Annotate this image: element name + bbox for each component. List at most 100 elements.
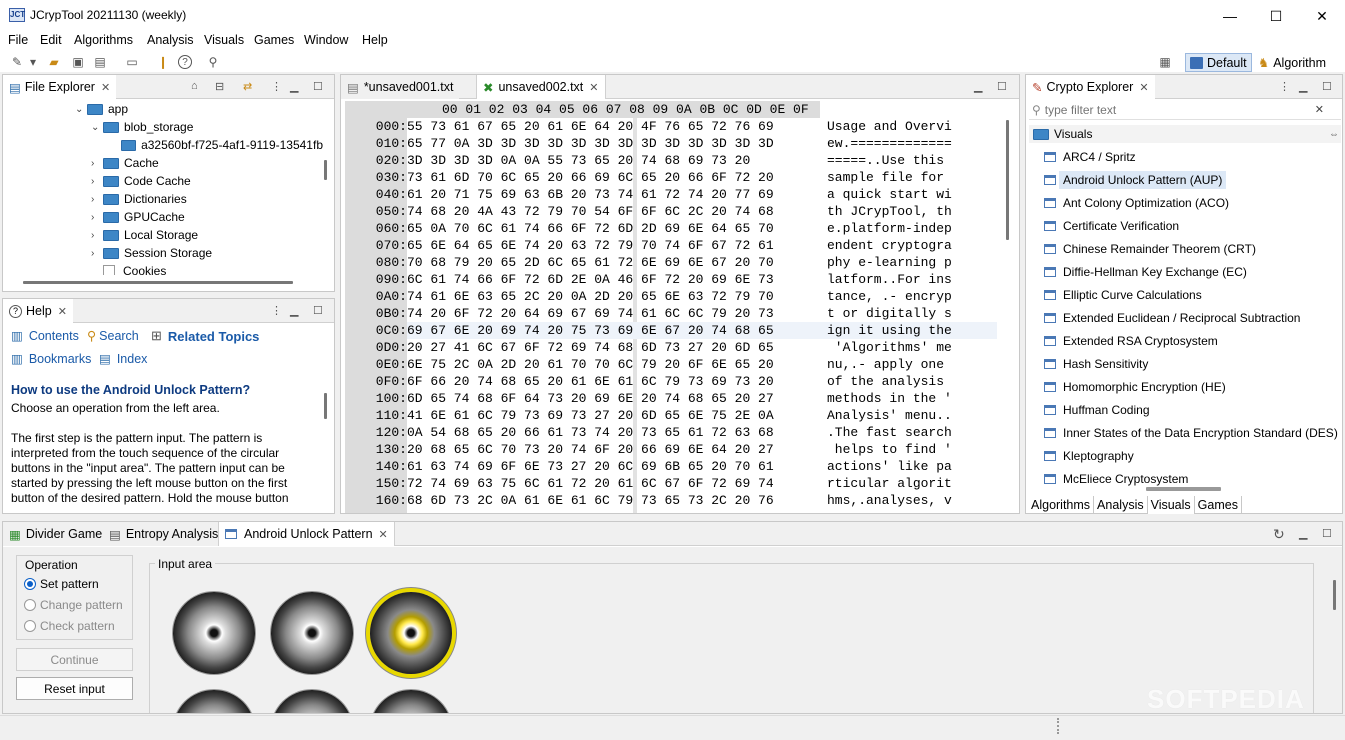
help-related-link[interactable]: Related Topics [168,329,260,344]
tree-item-gpucache[interactable]: › GPUCache [3,208,323,226]
tab-entropy-analysis[interactable]: ▤ Entropy Analysis [103,522,225,546]
tab-android-unlock-pattern[interactable]: Android Unlock Pattern ✕ [218,522,395,546]
visual-list-item[interactable]: Chinese Remainder Theorem (CRT) [1044,237,1340,260]
visual-list-item[interactable]: Extended Euclidean / Reciprocal Subtract… [1044,306,1340,329]
visual-list-item[interactable]: Ant Colony Optimization (ACO) [1044,191,1340,214]
visual-list-item[interactable]: Android Unlock Pattern (AUP) [1044,168,1340,191]
save-icon[interactable]: ▣ [70,54,86,70]
hex-bytes[interactable]: 0A 54 68 65 20 66 61 73 74 20 73 65 61 7… [407,424,774,441]
visuals-hscroll-thumb[interactable] [1146,487,1221,491]
maximize-view-icon[interactable]: ☐ [313,304,323,317]
close-tab-icon[interactable]: ✕ [58,305,67,318]
hex-ascii[interactable]: a quick start wi [827,186,952,203]
file-tree-vscroll-thumb[interactable] [324,160,327,180]
collapse-icon[interactable]: ⇔ [1329,129,1339,140]
tab-crypto-explorer[interactable]: ✎ Crypto Explorer ✕ [1026,75,1155,99]
tree-item-local-storage[interactable]: › Local Storage [3,226,323,244]
crypto-explorer-tab-games[interactable]: Games [1195,496,1242,514]
home-icon[interactable]: ⌂ [191,80,198,92]
hex-ascii[interactable]: ew.============= [827,135,952,152]
hex-bytes[interactable]: 20 68 65 6C 70 73 20 74 6F 20 66 69 6E 6… [407,441,774,458]
hex-ascii[interactable]: tance, .- encryp [827,288,952,305]
hex-ascii[interactable]: 'Algorithms' me [827,339,952,356]
tree-item-code-cache[interactable]: › Code Cache [3,172,323,190]
bottom-vscroll-thumb[interactable] [1333,580,1336,610]
chevron-right-icon[interactable]: › [91,194,103,205]
minimize-view-icon[interactable]: ▁ [974,80,982,93]
tree-item-dictionaries[interactable]: › Dictionaries [3,190,323,208]
pattern-button-selected[interactable] [370,592,452,674]
maximize-view-icon[interactable]: ☐ [997,80,1007,93]
menu-visuals[interactable]: Visuals [204,33,244,47]
help-nav-search[interactable]: ⚲ Search [87,328,139,344]
hex-bytes[interactable]: 65 77 0A 3D 3D 3D 3D 3D 3D 3D 3D 3D 3D 3… [407,135,774,152]
hex-bytes[interactable]: 6D 65 74 68 6F 64 73 20 69 6E 20 74 68 6… [407,390,774,407]
tab-help[interactable]: ? Help ✕ [3,299,73,323]
radio-change-pattern[interactable]: Change pattern [24,598,123,612]
hex-bytes[interactable]: 6E 75 2C 0A 2D 20 61 70 70 6C 79 20 6F 6… [407,356,774,373]
minimize-view-icon[interactable]: ▁ [290,304,298,317]
hex-ascii[interactable]: ign it using the [827,322,952,339]
hex-bytes[interactable]: 69 67 6E 20 69 74 20 75 73 69 6E 67 20 7… [407,322,774,339]
minimize-view-icon[interactable]: ▁ [1299,527,1307,540]
chevron-right-icon[interactable]: › [91,230,103,241]
menu-file[interactable]: File [8,33,28,47]
hex-ascii[interactable]: endent cryptogra [827,237,952,254]
hex-ascii[interactable]: of the analysis [827,373,952,390]
pattern-button[interactable] [370,690,452,713]
help-nav-contents[interactable]: ▥ Contents [11,328,79,344]
hex-ascii[interactable]: methods in the ' [827,390,952,407]
hex-bytes[interactable]: 61 20 71 75 69 63 6B 20 73 74 61 72 74 2… [407,186,774,203]
hex-ascii[interactable]: sample file for [827,169,952,186]
hex-bytes[interactable]: 74 68 20 4A 43 72 79 70 54 6F 6F 6C 2C 2… [407,203,774,220]
pattern-button[interactable] [173,592,255,674]
hex-ascii[interactable]: th JCrypTool, th [827,203,952,220]
pattern-button[interactable] [271,690,353,713]
hex-bytes[interactable]: 65 6E 64 65 6E 74 20 63 72 79 70 74 6F 6… [407,237,774,254]
new-icon[interactable]: ✎ [9,54,25,70]
help-nav-index[interactable]: ▤ Index [99,351,148,367]
tree-item-blob-storage[interactable]: ⌄ blob_storage [3,118,323,136]
reset-input-button[interactable]: Reset input [16,677,133,700]
tree-item-guid-folder[interactable]: a32560bf-f725-4af1-9119-13541fb [3,136,323,154]
pattern-button[interactable] [173,690,255,713]
close-tab-icon[interactable]: ✕ [1139,81,1148,94]
menu-window[interactable]: Window [304,33,348,47]
hex-bytes[interactable]: 74 61 6E 63 65 2C 20 0A 2D 20 65 6E 63 7… [407,288,774,305]
hex-ascii[interactable]: latform..For ins [827,271,952,288]
hex-ascii[interactable]: Analysis' menu.. [827,407,952,424]
hex-bytes[interactable]: 61 63 74 69 6F 6E 73 27 20 6C 69 6B 65 2… [407,458,774,475]
hex-ascii[interactable]: actions' like pa [827,458,952,475]
filter-input[interactable] [1044,102,1315,117]
crypto-explorer-tab-visuals[interactable]: Visuals [1147,496,1195,514]
continue-button[interactable]: Continue [16,648,133,671]
tree-item-session-storage[interactable]: › Session Storage [3,244,323,262]
visual-list-item[interactable]: Elliptic Curve Calculations [1044,283,1340,306]
chevron-down-icon[interactable]: ⌄ [75,104,87,115]
menu-analysis[interactable]: Analysis [147,33,194,47]
hex-ascii[interactable]: rticular algorit [827,475,952,492]
close-tab-icon[interactable]: ✕ [589,81,598,94]
hex-bytes[interactable]: 72 74 69 63 75 6C 61 72 20 61 6C 67 6F 7… [407,475,774,492]
category-visuals[interactable]: Visuals ⇔ [1029,125,1341,143]
crypto-explorer-tab-algorithms[interactable]: Algorithms [1028,496,1095,514]
close-button[interactable]: ✕ [1299,0,1345,32]
hex-bytes[interactable]: 6C 61 74 66 6F 72 6D 2E 0A 46 6F 72 20 6… [407,271,774,288]
minimize-button[interactable]: — [1207,0,1253,32]
radio-set-pattern[interactable]: Set pattern [24,577,99,591]
hex-ascii[interactable]: Usage and Overvi [827,118,952,135]
menu-help[interactable]: Help [362,33,388,47]
reset-view-icon[interactable]: ↻ [1273,526,1285,543]
hex-ascii[interactable]: e.platform-indep [827,220,952,237]
hex-ascii[interactable]: nu,.- apply one [827,356,952,373]
tree-item-cache[interactable]: › Cache [3,154,323,172]
tab-unsaved002[interactable]: ✖ unsaved002.txt ✕ [476,75,606,99]
save-all-icon[interactable]: ▤ [92,54,108,70]
help-index-link[interactable]: Index [117,352,148,366]
hex-bytes[interactable]: 55 73 61 67 65 20 61 6E 64 20 4F 76 65 7… [407,118,774,135]
file-tree-hscroll-thumb[interactable] [23,281,293,284]
hex-bytes[interactable]: 41 6E 61 6C 79 73 69 73 27 20 6D 65 6E 7… [407,407,774,424]
tab-divider-game[interactable]: ▦ Divider Game [3,522,109,546]
menu-edit[interactable]: Edit [40,33,62,47]
dropdown-arrow-icon[interactable]: ▾ [28,54,38,70]
